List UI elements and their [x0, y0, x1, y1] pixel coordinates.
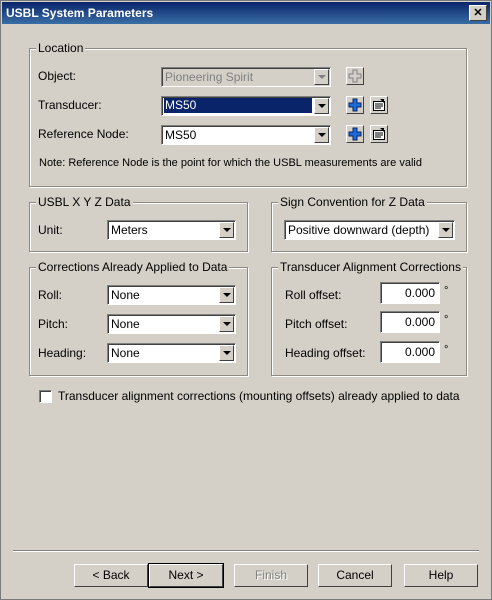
pitch-label: Pitch: [38, 317, 69, 331]
roll-offset-label: Roll offset: [285, 288, 342, 302]
roll-offset-value: 0.000 [404, 286, 435, 300]
unit-label: Unit: [38, 223, 63, 237]
transducer-select[interactable]: MS50 [161, 96, 331, 116]
add-object-button [346, 67, 364, 85]
heading-select[interactable]: None [107, 343, 236, 363]
heading-offset-value: 0.000 [404, 345, 435, 359]
offsets-applied-label[interactable]: Transducer alignment corrections (mounti… [58, 389, 460, 403]
refnode-select[interactable]: MS50 [161, 125, 331, 145]
heading-offset-label: Heading offset: [285, 346, 366, 360]
roll-value: None [111, 288, 140, 302]
heading-degree-unit: ° [444, 344, 449, 356]
add-transducer-button[interactable] [346, 96, 364, 114]
roll-label: Roll: [38, 288, 63, 302]
chevron-down-icon[interactable] [314, 127, 329, 143]
unit-select[interactable]: Meters [107, 220, 236, 240]
footer-separator [13, 550, 479, 552]
properties-icon [373, 128, 385, 140]
help-button[interactable]: Help [404, 564, 478, 587]
chevron-down-icon[interactable] [219, 222, 234, 238]
sign-legend: Sign Convention for Z Data [278, 195, 427, 209]
object-label: Object: [38, 69, 77, 83]
unit-value: Meters [111, 223, 148, 237]
properties-icon [373, 99, 385, 111]
refnode-label: Reference Node: [38, 127, 129, 141]
chevron-down-icon[interactable] [219, 316, 234, 332]
window-title: USBL System Parameters [6, 6, 154, 20]
heading-offset-input[interactable]: 0.000 [380, 341, 440, 363]
chevron-down-icon[interactable] [438, 222, 453, 238]
alignment-legend: Transducer Alignment Corrections [278, 260, 463, 274]
heading-label: Heading: [38, 346, 87, 360]
pitch-offset-input[interactable]: 0.000 [380, 311, 440, 333]
object-value: Pioneering Spirit [165, 70, 254, 84]
heading-value: None [111, 346, 140, 360]
sign-select[interactable]: Positive downward (depth) [284, 220, 455, 240]
edit-refnode-button[interactable] [370, 125, 388, 143]
transducer-label: Transducer: [38, 98, 102, 112]
roll-offset-input[interactable]: 0.000 [380, 282, 440, 304]
pitch-select[interactable]: None [107, 314, 236, 334]
back-button[interactable]: < Back [74, 564, 148, 587]
pitch-offset-value: 0.000 [404, 315, 435, 329]
add-icon [348, 127, 362, 141]
chevron-down-icon [314, 69, 329, 85]
object-select: Pioneering Spirit [161, 67, 331, 87]
dialog-window: USBL System Parameters ✕ Location Object… [0, 0, 492, 600]
roll-degree-unit: ° [444, 285, 449, 297]
pitch-value: None [111, 317, 140, 331]
chevron-down-icon[interactable] [314, 98, 329, 114]
chevron-down-icon[interactable] [219, 345, 234, 361]
location-legend: Location [36, 41, 86, 55]
offsets-applied-checkbox[interactable] [39, 390, 52, 403]
close-button[interactable]: ✕ [469, 5, 487, 21]
refnode-note: Note: Reference Node is the point for wh… [39, 157, 422, 169]
add-icon [348, 98, 362, 112]
xyz-legend: USBL X Y Z Data [36, 195, 133, 209]
title-bar[interactable]: USBL System Parameters ✕ [2, 2, 490, 24]
next-button[interactable]: Next > [148, 563, 224, 588]
add-refnode-button[interactable] [346, 125, 364, 143]
finish-button: Finish [234, 564, 308, 587]
pitch-offset-label: Pitch offset: [285, 317, 348, 331]
add-disabled-icon [348, 69, 362, 83]
corrections-legend: Corrections Already Applied to Data [36, 260, 230, 274]
transducer-value: MS50 [164, 98, 312, 113]
roll-select[interactable]: None [107, 285, 236, 305]
edit-transducer-button[interactable] [370, 96, 388, 114]
refnode-value: MS50 [165, 128, 197, 142]
cancel-button[interactable]: Cancel [318, 564, 392, 587]
chevron-down-icon[interactable] [219, 287, 234, 303]
sign-value: Positive downward (depth) [288, 223, 430, 237]
pitch-degree-unit: ° [444, 314, 449, 326]
